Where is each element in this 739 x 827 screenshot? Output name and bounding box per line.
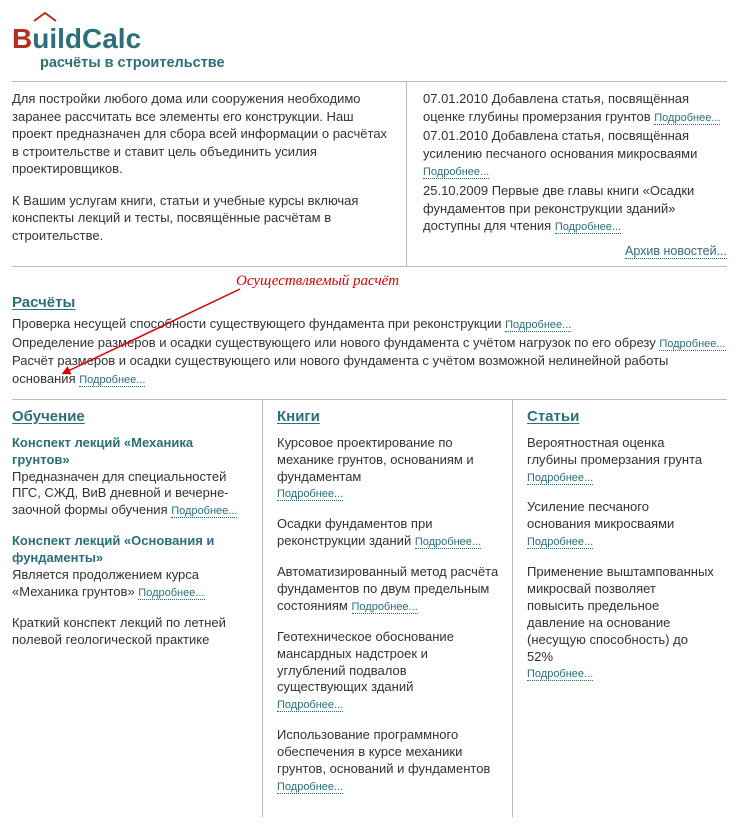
news-block: 07.01.2010 Добавлена статья, посвящённая…	[406, 81, 727, 266]
book-entry: Геотехническое обоснование мансардных на…	[277, 629, 500, 713]
news-archive-link[interactable]: Архив новостей...	[625, 244, 727, 259]
more-link[interactable]: Подробнее...	[277, 488, 343, 501]
more-link[interactable]: Подробнее...	[277, 781, 343, 794]
education-heading[interactable]: Обучение	[12, 408, 85, 425]
annotation-label: Осуществляемый расчёт	[236, 273, 399, 290]
intro-block: Для постройки любого дома или сооружения…	[12, 81, 406, 266]
articles-heading[interactable]: Статьи	[527, 408, 579, 425]
education-entry: Конспект лекций «Механика грунтов» Предн…	[12, 435, 250, 519]
more-link[interactable]: Подробнее...	[79, 374, 145, 387]
more-link[interactable]: Подробнее...	[415, 536, 481, 549]
articles-column: Статьи Вероятностная оценка глубины пром…	[512, 400, 727, 817]
more-link[interactable]: Подробнее...	[352, 601, 418, 614]
more-link[interactable]: Подробнее...	[423, 166, 489, 179]
book-entry: Осадки фундаментов при реконструкции зда…	[277, 516, 500, 550]
books-heading[interactable]: Книги	[277, 408, 320, 425]
education-column: Обучение Конспект лекций «Механика грунт…	[12, 400, 262, 817]
more-link[interactable]: Подробнее...	[527, 472, 593, 485]
education-entry: Конспект лекций «Основания и фундаменты»…	[12, 533, 250, 601]
article-entry: Применение выштампованных микросвай позв…	[527, 564, 715, 682]
more-link[interactable]: Подробнее...	[527, 536, 593, 549]
more-link[interactable]: Подробнее...	[555, 221, 621, 234]
more-link[interactable]: Подробнее...	[505, 319, 571, 332]
news-item: 07.01.2010 Добавлена статья, посвящённая…	[423, 127, 727, 180]
logo-subtitle: расчёты в строительстве	[40, 55, 727, 71]
logo-text: BuildCalc	[12, 25, 727, 53]
books-column: Книги Курсовое проектирование по механик…	[262, 400, 512, 817]
news-item: 07.01.2010 Добавлена статья, посвящённая…	[423, 90, 727, 125]
more-link[interactable]: Подробнее...	[171, 505, 237, 518]
book-entry: Курсовое проектирование по механике грун…	[277, 435, 500, 503]
calc-section: Расчёты Проверка несущей способности сущ…	[12, 294, 727, 388]
news-item: 25.10.2009 Первые две главы книги «Осадк…	[423, 182, 727, 235]
calc-line: Расчёт размеров и осадки существующего и…	[12, 352, 727, 389]
logo: BuildCalc расчёты в строительстве	[12, 10, 727, 71]
book-entry: Автоматизированный метод расчёта фундаме…	[277, 564, 500, 615]
more-link[interactable]: Подробнее...	[138, 587, 204, 600]
article-entry: Усиление песчаного основания микросваями…	[527, 499, 715, 550]
entry-title[interactable]: Конспект лекций «Механика грунтов»	[12, 435, 250, 469]
annotation-overlay: Осуществляемый расчёт	[12, 266, 727, 294]
roof-icon	[32, 12, 58, 22]
intro-p1: Для постройки любого дома или сооружения…	[12, 90, 390, 178]
more-link[interactable]: Подробнее...	[659, 338, 725, 351]
entry-title[interactable]: Конспект лекций «Основания и фундаменты»	[12, 533, 250, 567]
more-link[interactable]: Подробнее...	[527, 668, 593, 681]
education-entry: Краткий конспект лекций по летней полево…	[12, 615, 250, 649]
calc-line: Проверка несущей способности существующе…	[12, 315, 727, 333]
book-entry: Использование программного обеспечения в…	[277, 727, 500, 795]
calc-line: Определение размеров и осадки существующ…	[12, 334, 727, 352]
more-link[interactable]: Подробнее...	[277, 699, 343, 712]
article-entry: Вероятностная оценка глубины промерзания…	[527, 435, 715, 486]
intro-p2: К Вашим услугам книги, статьи и учебные …	[12, 192, 390, 245]
more-link[interactable]: Подробнее...	[654, 112, 720, 125]
calc-heading[interactable]: Расчёты	[12, 294, 75, 311]
